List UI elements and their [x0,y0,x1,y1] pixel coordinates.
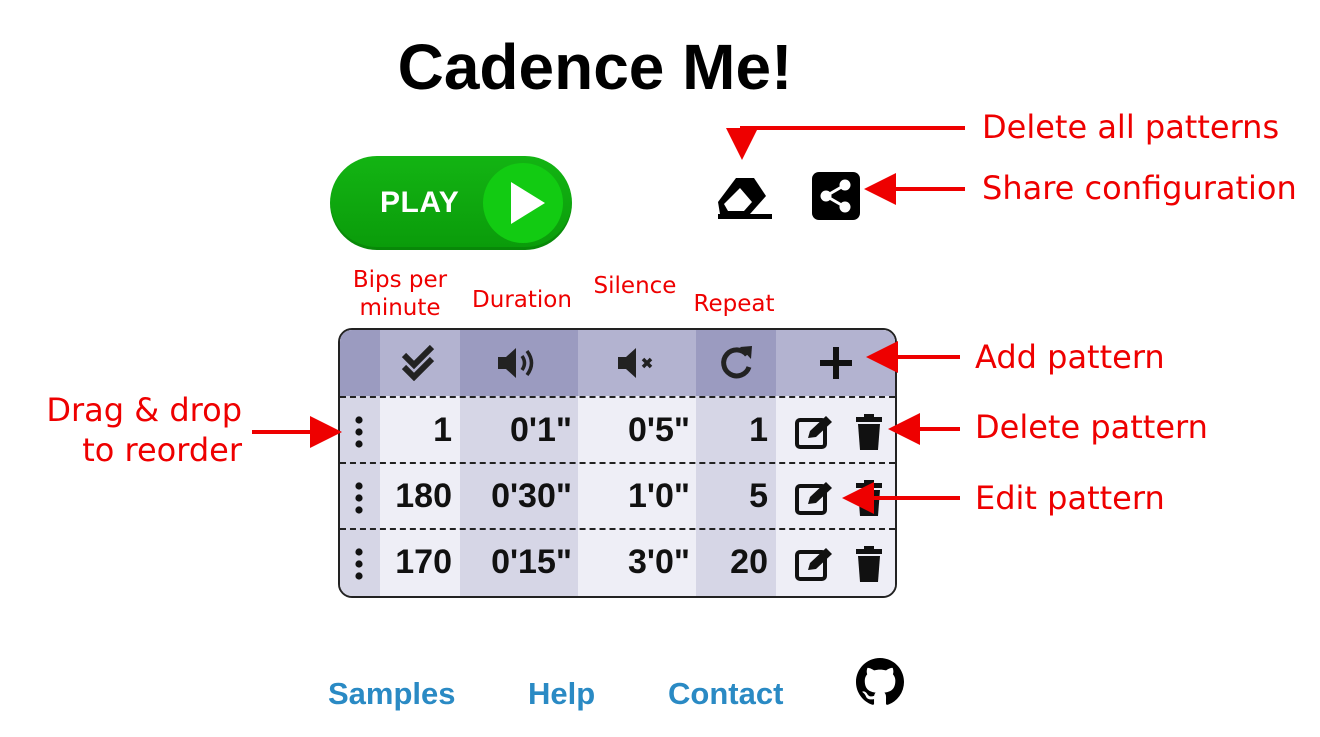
annotation-add: Add pattern [975,338,1165,376]
annotation-delete: Delete pattern [975,408,1208,446]
annotation-delete-all: Delete all patterns [982,108,1280,146]
help-link[interactable]: Help [528,676,595,712]
annotation-drag: Drag & drop to reorder [46,391,242,469]
annotation-edit: Edit pattern [975,479,1165,517]
contact-link[interactable]: Contact [668,676,783,712]
annotation-share: Share configuration [982,169,1297,207]
samples-link[interactable]: Samples [328,676,456,712]
github-icon[interactable] [856,658,904,706]
